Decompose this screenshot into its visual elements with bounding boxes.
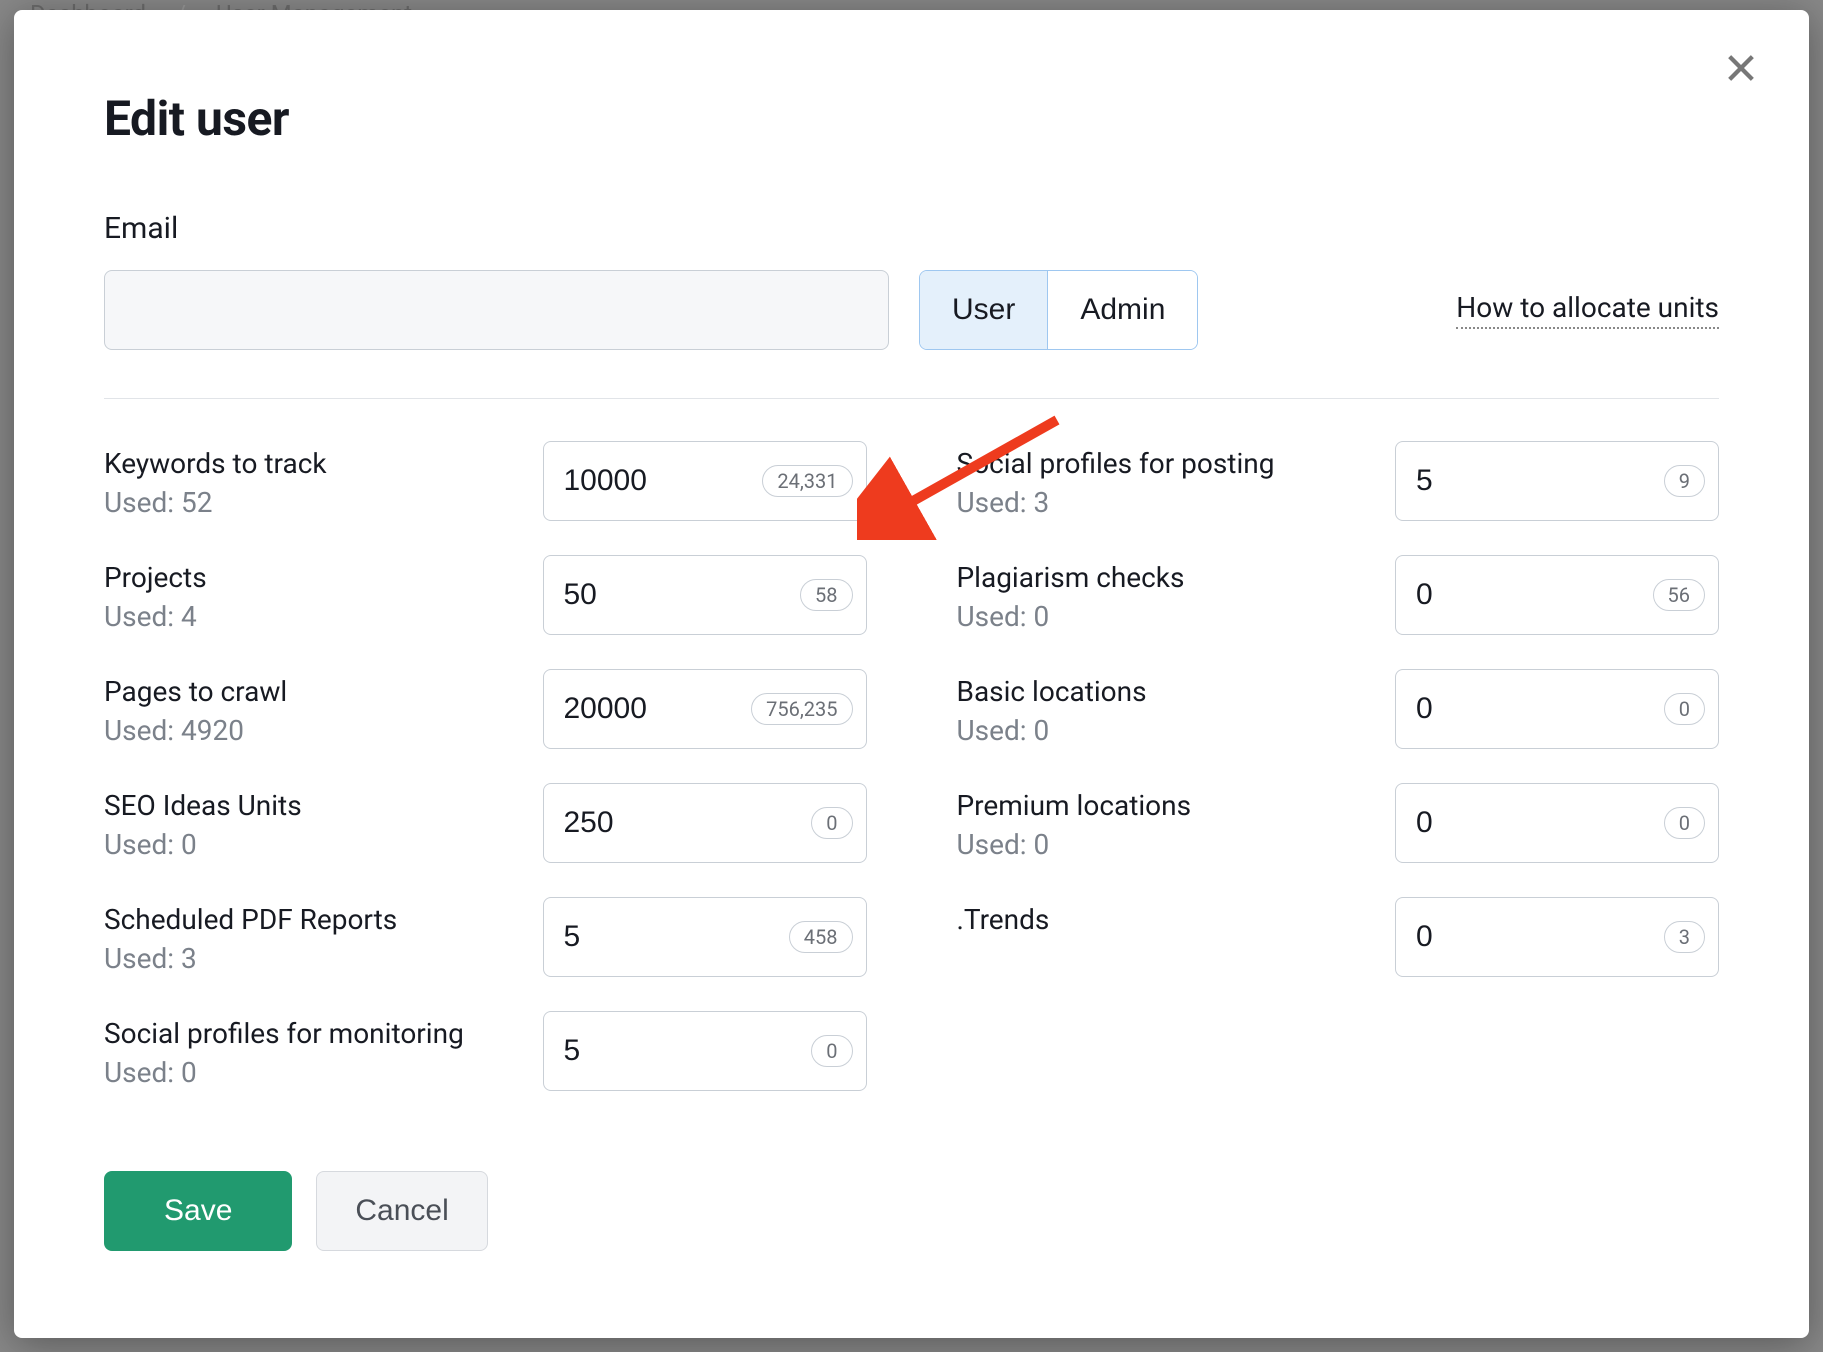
limit-name: Plagiarism checks [957, 561, 1376, 594]
modal-title: Edit user [104, 90, 1719, 147]
limit-used: Used: 0 [104, 1056, 523, 1089]
limit-used: Used: 4 [104, 600, 523, 633]
limit-available-badge: 56 [1653, 579, 1705, 611]
limit-row-seo-ideas-units: SEO Ideas UnitsUsed: 00 [104, 783, 867, 863]
limit-input-wrap: 0 [543, 783, 867, 863]
close-icon [1724, 51, 1758, 85]
limit-used-prefix: Used: [104, 942, 181, 975]
limit-used: Used: 3 [957, 486, 1376, 519]
limit-used-value: 0 [1033, 828, 1049, 861]
limit-used-prefix: Used: [104, 600, 181, 633]
limit-name: Basic locations [957, 675, 1376, 708]
cancel-button[interactable]: Cancel [316, 1171, 487, 1251]
role-user-button[interactable]: User [920, 271, 1048, 349]
email-label: Email [104, 211, 1719, 246]
limit-used-value: 0 [181, 1056, 197, 1089]
limit-row-social-profiles-for-posting: Social profiles for posting Used: 3 9 [957, 441, 1720, 521]
limit-used: Used: 0 [957, 828, 1376, 861]
limit-available-badge: 0 [1664, 693, 1705, 725]
limit-name: .Trends [957, 903, 1376, 936]
limit-used-value: 52 [181, 486, 212, 519]
limit-used-prefix: Used: [104, 714, 181, 747]
limit-name: SEO Ideas Units [104, 789, 523, 822]
limit-labels: .Trends [957, 897, 1376, 936]
limit-input-wrap: 24,331 [543, 441, 867, 521]
limit-input-wrap: 0 [543, 1011, 867, 1091]
limit-name: Pages to crawl [104, 675, 523, 708]
limit-labels: Scheduled PDF Reports Used: 3 [104, 897, 523, 975]
limit-used: Used: 3 [104, 942, 523, 975]
limit-available-badge: 9 [1664, 465, 1705, 497]
limit-input-wrap: 56 [1395, 555, 1719, 635]
limit-input-wrap: 0 [1395, 783, 1719, 863]
limit-labels: Social profiles for posting Used: 3 [957, 441, 1376, 519]
limit-available-badge: 24,331 [762, 465, 852, 497]
limit-used-value: 3 [1033, 486, 1049, 519]
limit-used: Used: 4920 [104, 714, 523, 747]
limit-name: Social profiles for monitoring [104, 1017, 523, 1050]
limit-row-social-profiles-for-monitoring: Social profiles for monitoringUsed: 00 [104, 1011, 867, 1091]
limit-used: Used: 0 [957, 600, 1376, 633]
limit-used-value: 4920 [181, 714, 244, 747]
limit-available-badge: 0 [811, 807, 852, 839]
limit-used-prefix: Used: [957, 486, 1034, 519]
limit-labels: Projects Used: 4 [104, 555, 523, 633]
limit-row-plagiarism-checks: Plagiarism checks Used: 0 56 [957, 555, 1720, 635]
limit-used-value: 4 [181, 600, 197, 633]
limit-labels: Basic locations Used: 0 [957, 669, 1376, 747]
limit-row-trends: .Trends 3 [957, 897, 1720, 977]
limit-name: Scheduled PDF Reports [104, 903, 523, 936]
limit-used-prefix: Used: [104, 828, 181, 861]
limit-input-wrap: 3 [1395, 897, 1719, 977]
limit-input-wrap: 9 [1395, 441, 1719, 521]
role-admin-button[interactable]: Admin [1048, 271, 1197, 349]
limit-name: Social profiles for posting [957, 447, 1376, 480]
limit-used: Used: 52 [104, 486, 523, 519]
limit-used-prefix: Used: [104, 1056, 181, 1089]
limit-used-prefix: Used: [957, 600, 1034, 633]
limit-input-wrap: 756,235 [543, 669, 867, 749]
limit-input-wrap: 58 [543, 555, 867, 635]
email-field[interactable] [104, 270, 889, 350]
close-button[interactable] [1719, 46, 1763, 90]
limit-used: Used: 0 [957, 714, 1376, 747]
limit-used: Used: 0 [104, 828, 523, 861]
limit-available-badge: 3 [1664, 921, 1705, 953]
limit-labels: Pages to crawl Used: 4920 [104, 669, 523, 747]
limit-row-keywords-to-track: Keywords to track Used: 52 24,331 [104, 441, 867, 521]
limit-used-value: 0 [181, 828, 197, 861]
divider [104, 398, 1719, 399]
limit-input-wrap: 0 [1395, 669, 1719, 749]
limit-used-value: 0 [1033, 600, 1049, 633]
role-toggle: User Admin [919, 270, 1198, 350]
save-button[interactable]: Save [104, 1171, 292, 1251]
help-allocate-units-link[interactable]: How to allocate units [1456, 291, 1719, 329]
limit-available-badge: 0 [811, 1035, 852, 1067]
limit-labels: Premium locations Used: 0 [957, 783, 1376, 861]
limit-used-value: 3 [181, 942, 197, 975]
limit-available-badge: 756,235 [751, 693, 852, 725]
limit-used-prefix: Used: [104, 486, 181, 519]
limit-row-pages-to-crawl: Pages to crawl Used: 4920 756,235 [104, 669, 867, 749]
limit-used-value: 0 [1033, 714, 1049, 747]
limit-row-premium-locations: Premium locationsUsed: 00 [957, 783, 1720, 863]
limit-labels: Plagiarism checks Used: 0 [957, 555, 1376, 633]
edit-user-modal: Edit user Email User Admin How to alloca… [14, 10, 1809, 1338]
limit-labels: Keywords to track Used: 52 [104, 441, 523, 519]
limit-name: Keywords to track [104, 447, 523, 480]
limit-input-wrap: 458 [543, 897, 867, 977]
limit-used-prefix: Used: [957, 828, 1034, 861]
limit-row-basic-locations: Basic locationsUsed: 00 [957, 669, 1720, 749]
limit-available-badge: 58 [800, 579, 852, 611]
limit-name: Premium locations [957, 789, 1376, 822]
limit-labels: SEO Ideas Units Used: 0 [104, 783, 523, 861]
limit-used-prefix: Used: [957, 714, 1034, 747]
limit-available-badge: 458 [789, 921, 853, 953]
limit-available-badge: 0 [1664, 807, 1705, 839]
limit-row-projects: Projects Used: 4 58 [104, 555, 867, 635]
limit-labels: Social profiles for monitoring Used: 0 [104, 1011, 523, 1089]
limit-name: Projects [104, 561, 523, 594]
limit-row-scheduled-pdf-reports: Scheduled PDF Reports Used: 3 458 [104, 897, 867, 977]
